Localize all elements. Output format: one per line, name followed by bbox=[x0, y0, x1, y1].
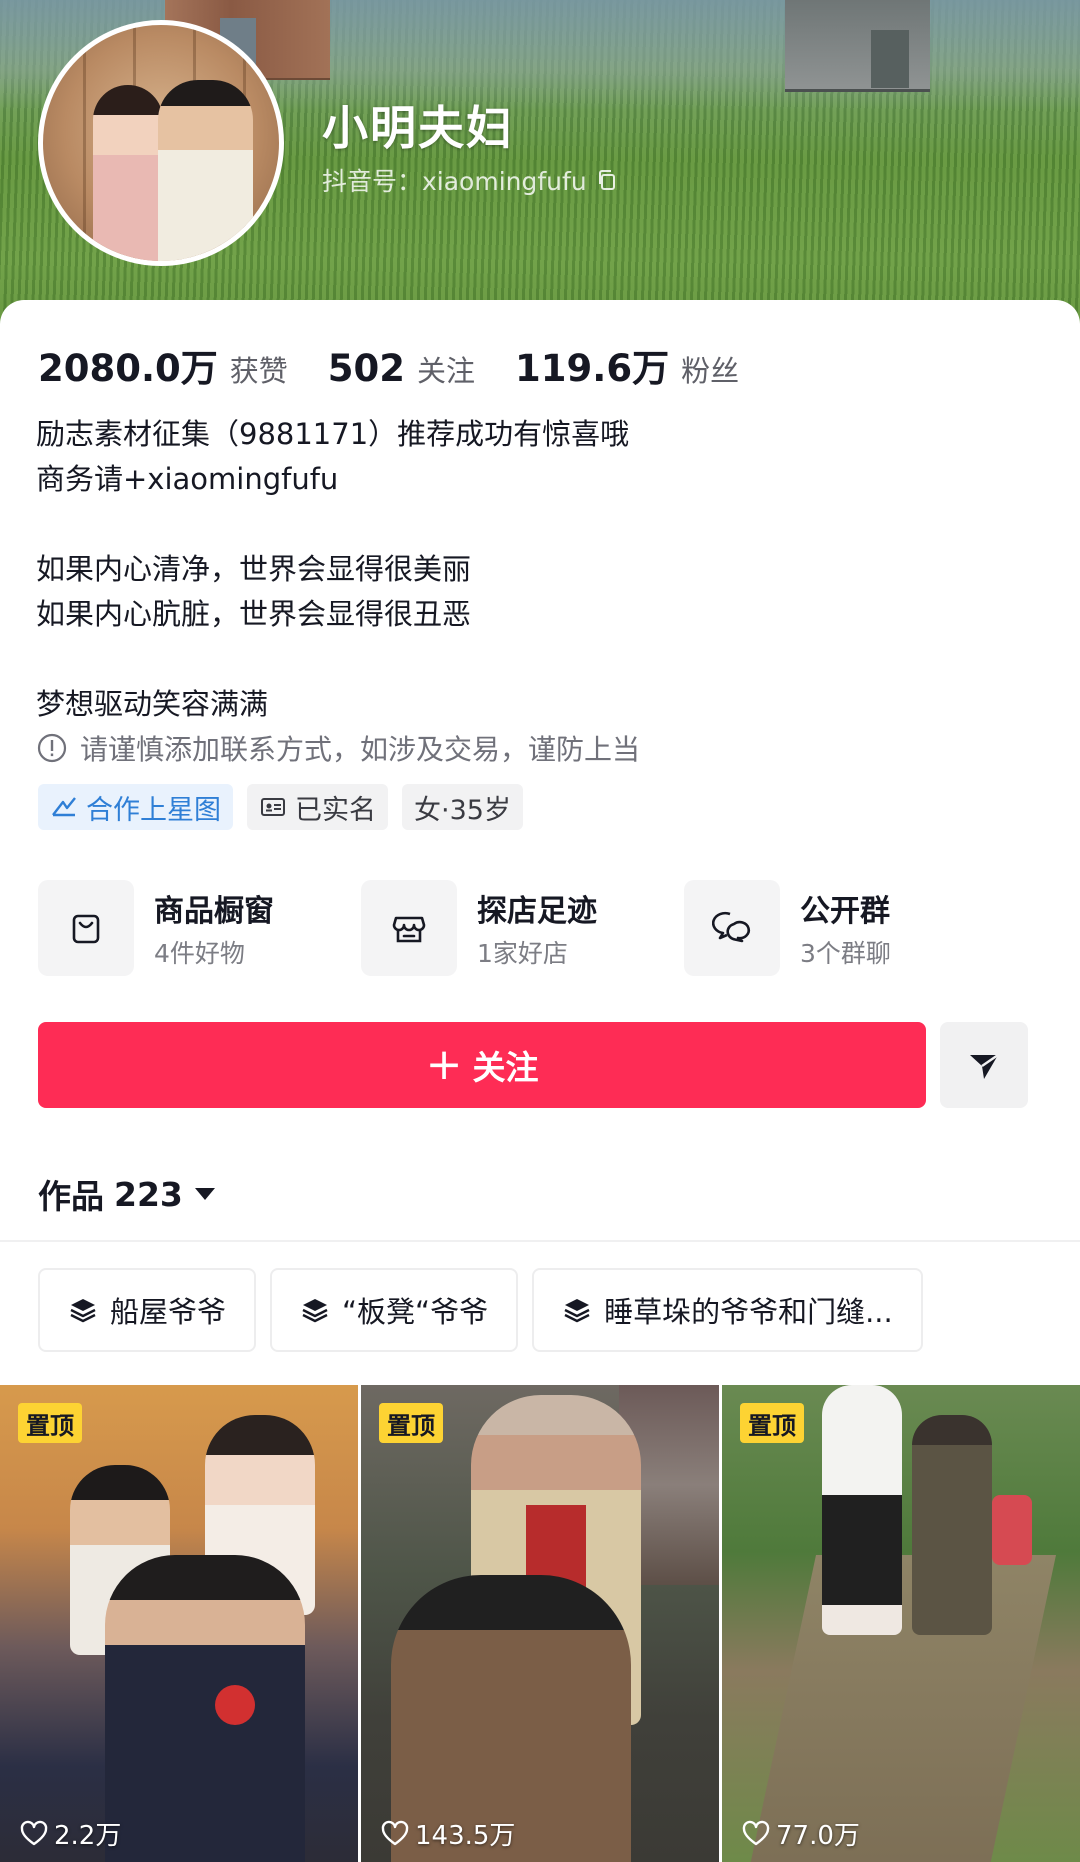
stat-following[interactable]: 502 关注 bbox=[328, 347, 475, 390]
video-grid: 置顶 2.2万 置顶 143.5万 置顶 77.0万 bbox=[0, 1385, 1080, 1862]
entry-icon-box bbox=[38, 880, 134, 976]
entry-icon-box bbox=[361, 880, 457, 976]
stat-value: 119.6万 bbox=[515, 347, 670, 390]
profile-name: 小明夫妇 bbox=[322, 101, 514, 155]
banner-structure-right bbox=[785, 0, 930, 92]
video-thumbnail[interactable]: 置顶 143.5万 bbox=[361, 1385, 719, 1862]
send-icon bbox=[970, 1054, 999, 1079]
stat-followers[interactable]: 119.6万 粉丝 bbox=[515, 338, 739, 392]
works-label: 作品 bbox=[38, 1177, 104, 1216]
works-count: 223 bbox=[114, 1174, 183, 1214]
pinned-badge: 置顶 bbox=[18, 1403, 82, 1443]
collection-chip[interactable]: 睡草垛的爷爷和门缝... bbox=[532, 1268, 923, 1352]
video-likes: 2.2万 bbox=[20, 1815, 121, 1852]
douyin-id-text: 抖音号：xiaomingfufu bbox=[322, 167, 587, 196]
id-card-icon bbox=[261, 798, 285, 816]
likes-count: 143.5万 bbox=[415, 1821, 516, 1851]
feature-entries: 商品橱窗 4件好物 探店足迹 1家好店 公开群 3个群聊 bbox=[38, 880, 1007, 976]
follow-label: 关注 bbox=[472, 1048, 539, 1087]
copy-icon[interactable] bbox=[595, 168, 619, 192]
send-message-button[interactable] bbox=[940, 1022, 1028, 1108]
profile-card: 2080.0万 获赞 502 关注 119.6万 粉丝 励志素材征集（98811… bbox=[0, 300, 1080, 1862]
bio-line: 商务请+xiaomingfufu bbox=[36, 462, 339, 496]
collection-label: 船屋爷爷 bbox=[110, 1295, 227, 1329]
store-icon bbox=[392, 916, 426, 943]
likes-count: 77.0万 bbox=[776, 1821, 860, 1851]
dropdown-caret-icon bbox=[194, 1188, 215, 1200]
layers-icon bbox=[70, 1299, 96, 1323]
stat-label: 粉丝 bbox=[681, 354, 740, 388]
tag-label: 女·35岁 bbox=[414, 794, 511, 826]
entry-title: 探店足迹 bbox=[477, 894, 597, 929]
avatar[interactable] bbox=[38, 20, 284, 266]
bio-line: 励志素材征集（9881171）推荐成功有惊喜哦 bbox=[36, 417, 630, 451]
tag-star-map[interactable]: 合作上星图 bbox=[38, 784, 233, 830]
divider bbox=[0, 1240, 1080, 1242]
stats-row: 2080.0万 获赞 502 关注 119.6万 粉丝 bbox=[38, 338, 779, 392]
stat-value: 502 bbox=[327, 347, 406, 390]
info-circle-icon bbox=[37, 733, 67, 763]
plus-icon: + bbox=[425, 1039, 463, 1090]
follow-button[interactable]: + 关注 bbox=[38, 1022, 926, 1108]
stat-label: 关注 bbox=[417, 354, 476, 388]
bio-line: 如果内心清净，世界会显得很美丽 bbox=[36, 552, 472, 586]
contact-warning: 请谨慎添加联系方式，如涉及交易，谨防上当 bbox=[36, 728, 640, 768]
likes-count: 2.2万 bbox=[54, 1821, 122, 1851]
pinned-badge: 置顶 bbox=[740, 1403, 804, 1443]
shopping-bag-icon bbox=[72, 914, 100, 944]
tag-label: 合作上星图 bbox=[86, 794, 221, 826]
star-map-icon bbox=[52, 797, 76, 817]
entry-icon-box bbox=[684, 880, 780, 976]
tag-gender-age: 女·35岁 bbox=[402, 784, 523, 830]
profile-bio: 励志素材征集（9881171）推荐成功有惊喜哦 商务请+xiaomingfufu… bbox=[36, 412, 1036, 727]
pinned-badge: 置顶 bbox=[379, 1403, 443, 1443]
bio-line: 梦想驱动笑容满满 bbox=[36, 687, 269, 721]
entry-store-visits[interactable]: 探店足迹 1家好店 bbox=[361, 880, 684, 976]
heart-icon bbox=[20, 1820, 48, 1845]
works-tab[interactable]: 作品 223 bbox=[38, 1170, 215, 1218]
entry-shop-window[interactable]: 商品橱窗 4件好物 bbox=[38, 880, 361, 976]
video-thumbnail[interactable]: 置顶 2.2万 bbox=[0, 1385, 358, 1862]
tag-label: 已实名 bbox=[295, 794, 376, 826]
collection-chip[interactable]: 船屋爷爷 bbox=[38, 1268, 257, 1352]
collection-label: “板凳“爷爷 bbox=[342, 1295, 489, 1329]
collection-label: 睡草垛的爷爷和门缝... bbox=[604, 1295, 893, 1329]
bio-line: 如果内心肮脏，世界会显得很丑恶 bbox=[36, 597, 472, 631]
layers-icon bbox=[302, 1299, 328, 1323]
layers-icon bbox=[564, 1299, 590, 1323]
douyin-id[interactable]: 抖音号：xiaomingfufu bbox=[322, 162, 619, 198]
heart-icon bbox=[742, 1820, 770, 1845]
video-thumbnail[interactable]: 置顶 77.0万 bbox=[722, 1385, 1080, 1862]
stat-value: 2080.0万 bbox=[38, 347, 218, 390]
collections-row: 船屋爷爷 “板凳“爷爷 睡草垛的爷爷和门缝... bbox=[38, 1268, 937, 1352]
heart-icon bbox=[381, 1820, 409, 1845]
entry-subtitle: 3个群聊 bbox=[800, 939, 891, 968]
video-likes: 143.5万 bbox=[381, 1815, 515, 1852]
entry-public-groups[interactable]: 公开群 3个群聊 bbox=[684, 880, 1007, 976]
profile-tags: 合作上星图 已实名 女·35岁 bbox=[38, 784, 537, 830]
entry-title: 商品橱窗 bbox=[154, 894, 274, 929]
entry-subtitle: 1家好店 bbox=[477, 939, 568, 968]
warning-text: 请谨慎添加联系方式，如涉及交易，谨防上当 bbox=[80, 733, 641, 766]
entry-subtitle: 4件好物 bbox=[154, 939, 245, 968]
tag-verified[interactable]: 已实名 bbox=[247, 784, 388, 830]
stat-likes[interactable]: 2080.0万 获赞 bbox=[38, 338, 288, 392]
collection-chip[interactable]: “板凳“爷爷 bbox=[270, 1268, 519, 1352]
entry-title: 公开群 bbox=[800, 894, 890, 929]
video-likes: 77.0万 bbox=[742, 1815, 860, 1852]
stat-label: 获赞 bbox=[229, 354, 288, 388]
chat-bubbles-icon bbox=[712, 911, 750, 943]
